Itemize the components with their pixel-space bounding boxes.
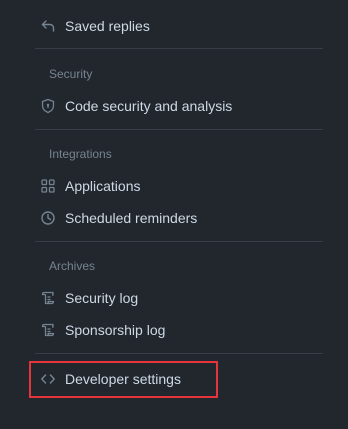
sidebar-item-label: Sponsorship log	[65, 322, 166, 338]
sidebar-item-security-log[interactable]: Security log	[40, 284, 330, 312]
shield-lock-icon	[40, 98, 56, 114]
settings-sidebar-nav: Saved replies Security Code security and…	[0, 0, 348, 429]
sidebar-item-label: Scheduled reminders	[65, 210, 198, 226]
sidebar-item-label: Security log	[65, 290, 139, 306]
clock-icon	[40, 210, 56, 226]
section-title-security: Security	[49, 67, 93, 81]
sidebar-item-label: Applications	[65, 178, 141, 194]
sidebar-item-label: Developer settings	[65, 371, 181, 387]
divider	[35, 129, 323, 130]
log-icon	[40, 322, 56, 338]
sidebar-item-label: Saved replies	[65, 18, 150, 34]
section-title-integrations: Integrations	[49, 147, 112, 161]
sidebar-item-label: Code security and analysis	[65, 98, 233, 114]
sidebar-item-sponsorship-log[interactable]: Sponsorship log	[40, 316, 330, 344]
divider	[35, 48, 323, 49]
sidebar-item-scheduled-reminders[interactable]: Scheduled reminders	[40, 204, 330, 232]
divider	[35, 353, 323, 354]
reply-icon	[40, 18, 56, 34]
section-title-archives: Archives	[49, 259, 96, 273]
apps-grid-icon	[40, 178, 56, 194]
log-icon	[40, 290, 56, 306]
sidebar-item-code-security[interactable]: Code security and analysis	[40, 92, 330, 120]
divider	[35, 241, 323, 242]
sidebar-item-saved-replies[interactable]: Saved replies	[40, 12, 330, 40]
code-icon	[40, 371, 56, 387]
sidebar-item-developer-settings[interactable]: Developer settings	[40, 365, 330, 393]
sidebar-item-applications[interactable]: Applications	[40, 172, 330, 200]
